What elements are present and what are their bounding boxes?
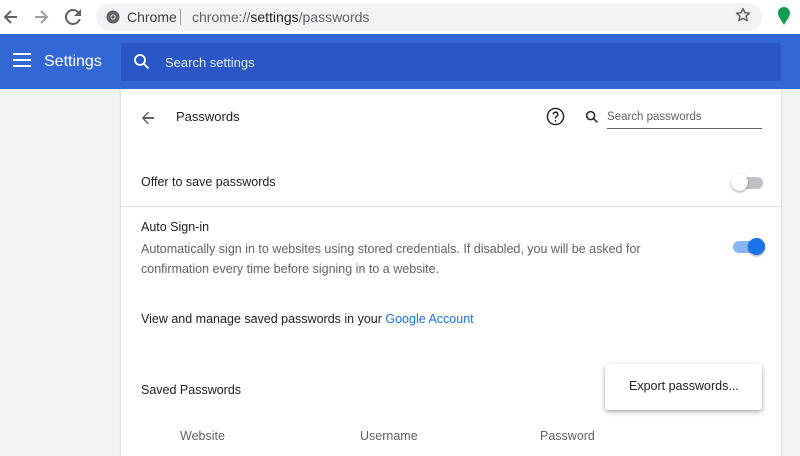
url-text: chrome://settings/passwords — [192, 9, 370, 25]
search-icon — [585, 110, 599, 124]
browser-toolbar: Chrome chrome://settings/passwords — [0, 0, 800, 34]
toggle-knob — [731, 174, 748, 191]
column-header-password: Password — [540, 429, 595, 443]
settings-title: Settings — [44, 53, 102, 70]
forward-arrow-icon[interactable] — [30, 6, 52, 28]
export-passwords-menu-item[interactable]: Export passwords... — [629, 379, 739, 393]
search-icon — [134, 54, 150, 70]
saved-passwords-title: Saved Passwords — [141, 383, 242, 397]
reload-icon[interactable] — [62, 6, 84, 28]
manage-passwords-text: View and manage saved passwords in your … — [141, 312, 474, 326]
settings-header: Settings — [0, 34, 800, 89]
column-header-username: Username — [360, 429, 418, 443]
google-account-link[interactable]: Google Account — [385, 312, 473, 326]
star-icon[interactable] — [734, 6, 752, 24]
search-passwords-input[interactable] — [607, 105, 762, 129]
column-header-website: Website — [180, 429, 225, 443]
chrome-icon — [106, 10, 120, 24]
offer-to-save-toggle[interactable] — [731, 174, 763, 191]
settings-search-input[interactable] — [165, 43, 765, 81]
offer-to-save-label: Offer to save passwords — [141, 175, 276, 189]
address-bar[interactable]: Chrome chrome://settings/passwords — [96, 3, 762, 31]
settings-search-box[interactable] — [121, 43, 781, 81]
back-arrow-icon[interactable] — [138, 108, 158, 128]
extension-icon[interactable] — [776, 6, 792, 26]
back-arrow-icon[interactable] — [0, 6, 22, 28]
row-divider — [121, 206, 781, 207]
export-menu: Export passwords... — [605, 364, 762, 410]
chip-divider — [180, 9, 181, 25]
hamburger-menu-icon[interactable] — [13, 53, 31, 67]
passwords-card: Passwords Offer to save passwords Auto S… — [121, 89, 781, 456]
help-icon[interactable] — [546, 107, 565, 126]
auto-signin-label: Auto Sign-in — [141, 220, 210, 234]
toggle-knob — [748, 238, 765, 255]
page-title: Passwords — [176, 109, 240, 124]
auto-signin-toggle[interactable] — [733, 238, 765, 255]
site-chip-label: Chrome — [127, 9, 177, 25]
auto-signin-description: Automatically sign in to websites using … — [141, 242, 641, 276]
